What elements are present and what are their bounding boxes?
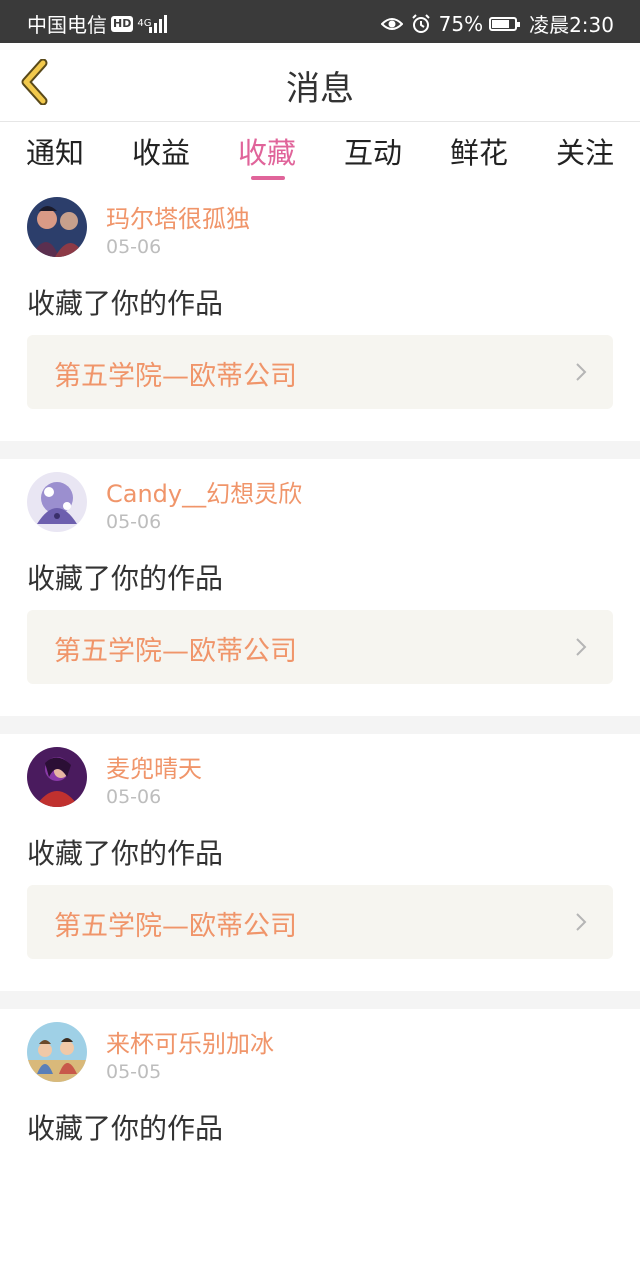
tab-flowers[interactable]: 鲜花 — [426, 130, 532, 172]
nav-bar: 消息 — [0, 43, 640, 122]
action-text: 收藏了你的作品 — [27, 287, 224, 320]
work-title: 第五学院—欧蒂公司 — [54, 361, 297, 392]
action-text: 收藏了你的作品 — [27, 837, 224, 870]
chevron-right-icon — [576, 638, 587, 656]
divider — [0, 716, 640, 734]
network-type: 4G — [137, 17, 152, 29]
notification-card: 玛尔塔很孤独 05-06 收藏了你的作品 第五学院—欧蒂公司 — [0, 184, 640, 441]
user-avatar[interactable] — [27, 197, 87, 257]
tab-notifications[interactable]: 通知 — [2, 130, 108, 172]
tab-interactions[interactable]: 互动 — [320, 130, 426, 172]
notification-date: 05-06 — [106, 511, 162, 533]
chevron-right-icon — [576, 913, 587, 931]
hd-badge: HD — [111, 15, 134, 32]
notification-date: 05-06 — [106, 236, 162, 258]
eye-icon — [380, 16, 403, 32]
action-text: 收藏了你的作品 — [27, 562, 224, 595]
user-avatar[interactable] — [27, 747, 87, 807]
notification-date: 05-06 — [106, 786, 162, 808]
notification-list: 玛尔塔很孤独 05-06 收藏了你的作品 第五学院—欧蒂公司 Candy__幻想… — [0, 184, 640, 1266]
action-text: 收藏了你的作品 — [27, 1112, 224, 1145]
clock-time: 凌晨2:30 — [529, 13, 614, 37]
tab-favorites[interactable]: 收藏 — [214, 130, 320, 172]
chevron-right-icon — [576, 363, 587, 381]
carrier-name: 中国电信 — [27, 13, 107, 37]
work-link[interactable]: 第五学院—欧蒂公司 — [27, 335, 613, 409]
status-right: 75% 凌晨2:30 — [380, 9, 614, 38]
alarm-icon — [411, 13, 431, 34]
tab-earnings[interactable]: 收益 — [108, 130, 214, 172]
work-link[interactable]: 第五学院—欧蒂公司 — [27, 610, 613, 684]
user-name[interactable]: 玛尔塔很孤独 — [106, 199, 250, 234]
notification-card: Candy__幻想灵欣 05-06 收藏了你的作品 第五学院—欧蒂公司 — [0, 459, 640, 716]
user-avatar[interactable] — [27, 472, 87, 532]
user-name[interactable]: 来杯可乐别加冰 — [106, 1024, 274, 1059]
status-left: 中国电信 HD 4G — [27, 9, 169, 38]
divider — [0, 991, 640, 1009]
active-tab-indicator — [251, 176, 285, 180]
divider — [0, 441, 640, 459]
work-link[interactable]: 第五学院—欧蒂公司 — [27, 885, 613, 959]
battery-icon — [489, 16, 521, 31]
notification-date: 05-05 — [106, 1061, 162, 1083]
user-avatar[interactable] — [27, 1022, 87, 1082]
status-bar: 中国电信 HD 4G 75% 凌晨2:30 — [0, 0, 640, 43]
user-name[interactable]: 麦兜晴天 — [106, 749, 202, 784]
tab-follows[interactable]: 关注 — [532, 130, 638, 172]
notification-card: 麦兜晴天 05-06 收藏了你的作品 第五学院—欧蒂公司 — [0, 734, 640, 991]
signal-icon — [149, 14, 169, 33]
battery-percent: 75% — [438, 11, 484, 36]
work-title: 第五学院—欧蒂公司 — [54, 636, 297, 667]
tab-bar: 通知 收益 收藏 互动 鲜花 关注 — [0, 122, 640, 184]
page-title: 消息 — [286, 69, 354, 109]
work-title: 第五学院—欧蒂公司 — [54, 911, 297, 942]
user-name[interactable]: Candy__幻想灵欣 — [106, 474, 302, 509]
